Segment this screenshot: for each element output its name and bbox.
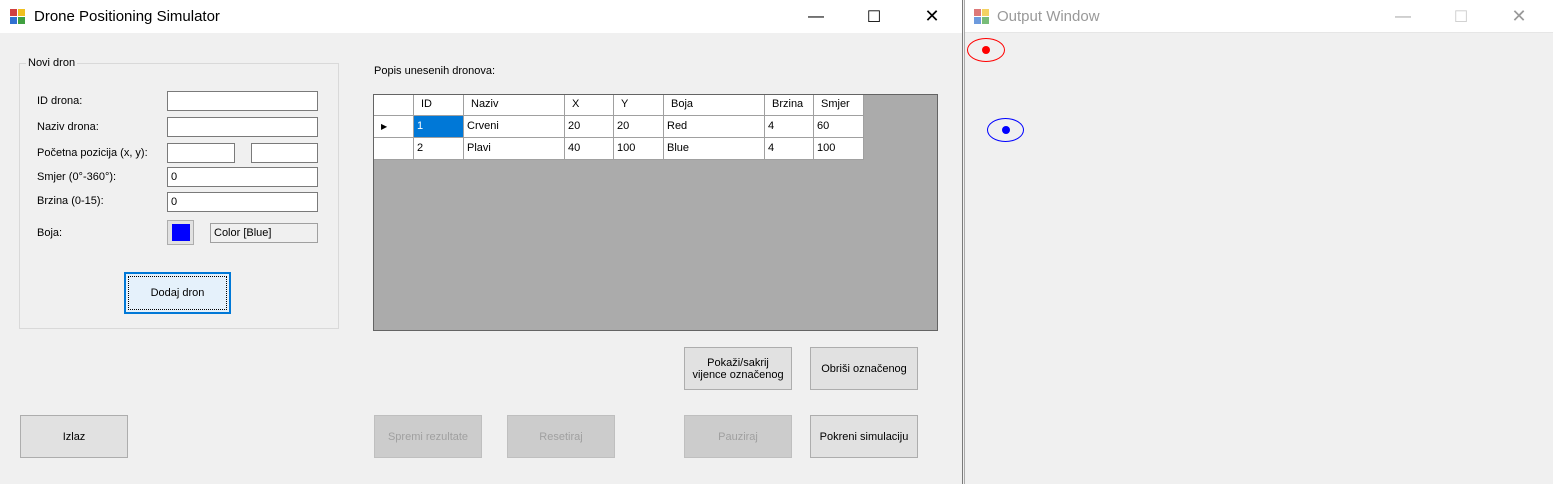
name-label: Naziv drona: [37, 121, 99, 133]
drone-list-title: Popis unesenih dronova: [374, 65, 496, 77]
table-cell[interactable]: 4 [765, 116, 814, 138]
column-header[interactable]: Brzina [765, 95, 814, 116]
window-title: Drone Positioning Simulator [34, 8, 220, 25]
position-label: Početna pozicija (x, y): [37, 147, 148, 159]
new-drone-group-title: Novi dron [26, 57, 78, 69]
table-cell[interactable]: Plavi [464, 138, 565, 160]
row-header[interactable]: ▶ [374, 116, 414, 138]
id-input[interactable] [167, 91, 318, 111]
color-picker-button[interactable] [167, 220, 194, 245]
output-window: Output Window — ☐ ✕ [964, 0, 1553, 484]
row-header[interactable] [374, 138, 414, 160]
table-cell[interactable]: 60 [814, 116, 864, 138]
position-y-input[interactable] [251, 143, 318, 163]
speed-input[interactable]: 0 [167, 192, 318, 212]
output-minimize-button[interactable]: — [1380, 0, 1426, 33]
column-header[interactable]: Boja [664, 95, 765, 116]
drone-grid[interactable]: ID Naziv X Y Boja Brzina Smjer ▶ 1 Crveni 20 20 Red 4… [373, 94, 938, 331]
drone-marker [982, 46, 990, 54]
start-simulation-button[interactable]: Pokreni simulaciju [810, 415, 918, 458]
exit-button[interactable]: Izlaz [20, 415, 128, 458]
color-value-field: Color [Blue] [210, 223, 318, 243]
maximize-button[interactable]: ☐ [851, 0, 897, 33]
column-header[interactable]: ID [414, 95, 464, 116]
color-label: Boja: [37, 227, 63, 239]
table-cell[interactable]: 20 [565, 116, 614, 138]
close-button[interactable]: ✕ [909, 0, 955, 33]
main-window: Drone Positioning Simulator — ☐ ✕ Novi d… [0, 0, 963, 484]
add-drone-button[interactable]: Dodaj dron [124, 272, 231, 314]
toggle-wreath-button[interactable]: Pokaži/sakrij vijence označenog [684, 347, 792, 390]
speed-label: Brzina (0-15): [37, 195, 104, 207]
app-icon [10, 9, 26, 25]
column-header[interactable]: Smjer [814, 95, 864, 116]
table-cell[interactable]: 1 [414, 116, 464, 138]
delete-selected-button[interactable]: Obriši označenog [810, 347, 918, 390]
save-results-button[interactable]: Spremi rezultate [374, 415, 482, 458]
name-input[interactable] [167, 117, 318, 137]
minimize-button[interactable]: — [793, 0, 839, 33]
column-header[interactable]: Naziv [464, 95, 565, 116]
pause-button[interactable]: Pauziraj [684, 415, 792, 458]
main-title-bar[interactable]: Drone Positioning Simulator — ☐ ✕ [0, 0, 962, 33]
column-header[interactable]: X [565, 95, 614, 116]
table-cell[interactable]: 100 [814, 138, 864, 160]
table-cell[interactable]: 40 [565, 138, 614, 160]
output-window-title: Output Window [997, 8, 1100, 25]
output-close-button[interactable]: ✕ [1496, 0, 1542, 33]
table-cell[interactable]: Crveni [464, 116, 565, 138]
table-cell[interactable]: 100 [614, 138, 664, 160]
grid-corner-header [374, 95, 414, 116]
table-cell[interactable]: Blue [664, 138, 765, 160]
table-cell[interactable]: Red [664, 116, 765, 138]
id-label: ID drona: [37, 95, 83, 107]
direction-label: Smjer (0°-360°): [37, 171, 117, 183]
color-swatch [172, 224, 190, 241]
reset-button[interactable]: Resetiraj [507, 415, 615, 458]
column-header[interactable]: Y [614, 95, 664, 116]
simulation-canvas [965, 33, 1553, 484]
table-cell[interactable]: 4 [765, 138, 814, 160]
output-app-icon [974, 9, 990, 25]
output-maximize-button[interactable]: ☐ [1438, 0, 1484, 33]
output-title-bar[interactable]: Output Window — ☐ ✕ [965, 0, 1553, 33]
table-cell[interactable]: 20 [614, 116, 664, 138]
direction-input[interactable]: 0 [167, 167, 318, 187]
position-x-input[interactable] [167, 143, 235, 163]
drone-marker [1001, 126, 1010, 134]
table-cell[interactable]: 2 [414, 138, 464, 160]
